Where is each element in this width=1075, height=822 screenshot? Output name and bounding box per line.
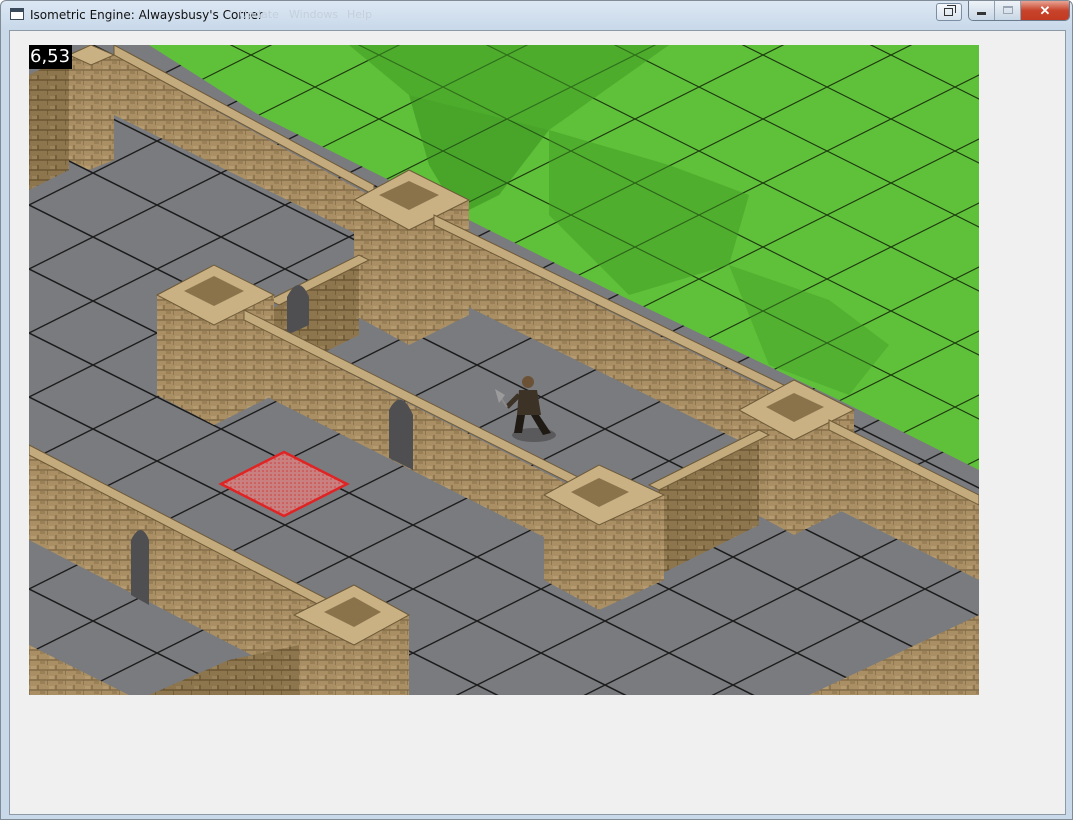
ghost-menu-item: Help: [347, 8, 373, 21]
restore-icon-button[interactable]: [936, 3, 962, 21]
window-title: Isometric Engine: Alwaysbusy's Corner: [30, 8, 263, 22]
title-bar[interactable]: Isometric Engine: Alwaysbusy's Corner Up…: [1, 1, 1072, 29]
ghost-menu-item: Update: [239, 8, 279, 21]
wall-archway: [131, 530, 149, 605]
minimize-button[interactable]: [969, 1, 995, 20]
fps-counter: 6,53: [29, 45, 73, 69]
close-button[interactable]: ✕: [1021, 1, 1069, 20]
isometric-scene[interactable]: [29, 45, 979, 695]
maximize-button[interactable]: [995, 1, 1021, 20]
wall-archway: [389, 399, 413, 470]
restore-icon: [944, 5, 956, 16]
window-controls: ✕: [968, 1, 1070, 21]
app-window: Isometric Engine: Alwaysbusy's Corner Up…: [0, 0, 1073, 820]
ghost-menu-item: Windows: [289, 8, 339, 21]
wall-face: [29, 55, 69, 190]
game-viewport[interactable]: 6,53: [29, 45, 979, 695]
window-icon[interactable]: [10, 8, 24, 20]
client-area: 6,53: [9, 30, 1066, 815]
